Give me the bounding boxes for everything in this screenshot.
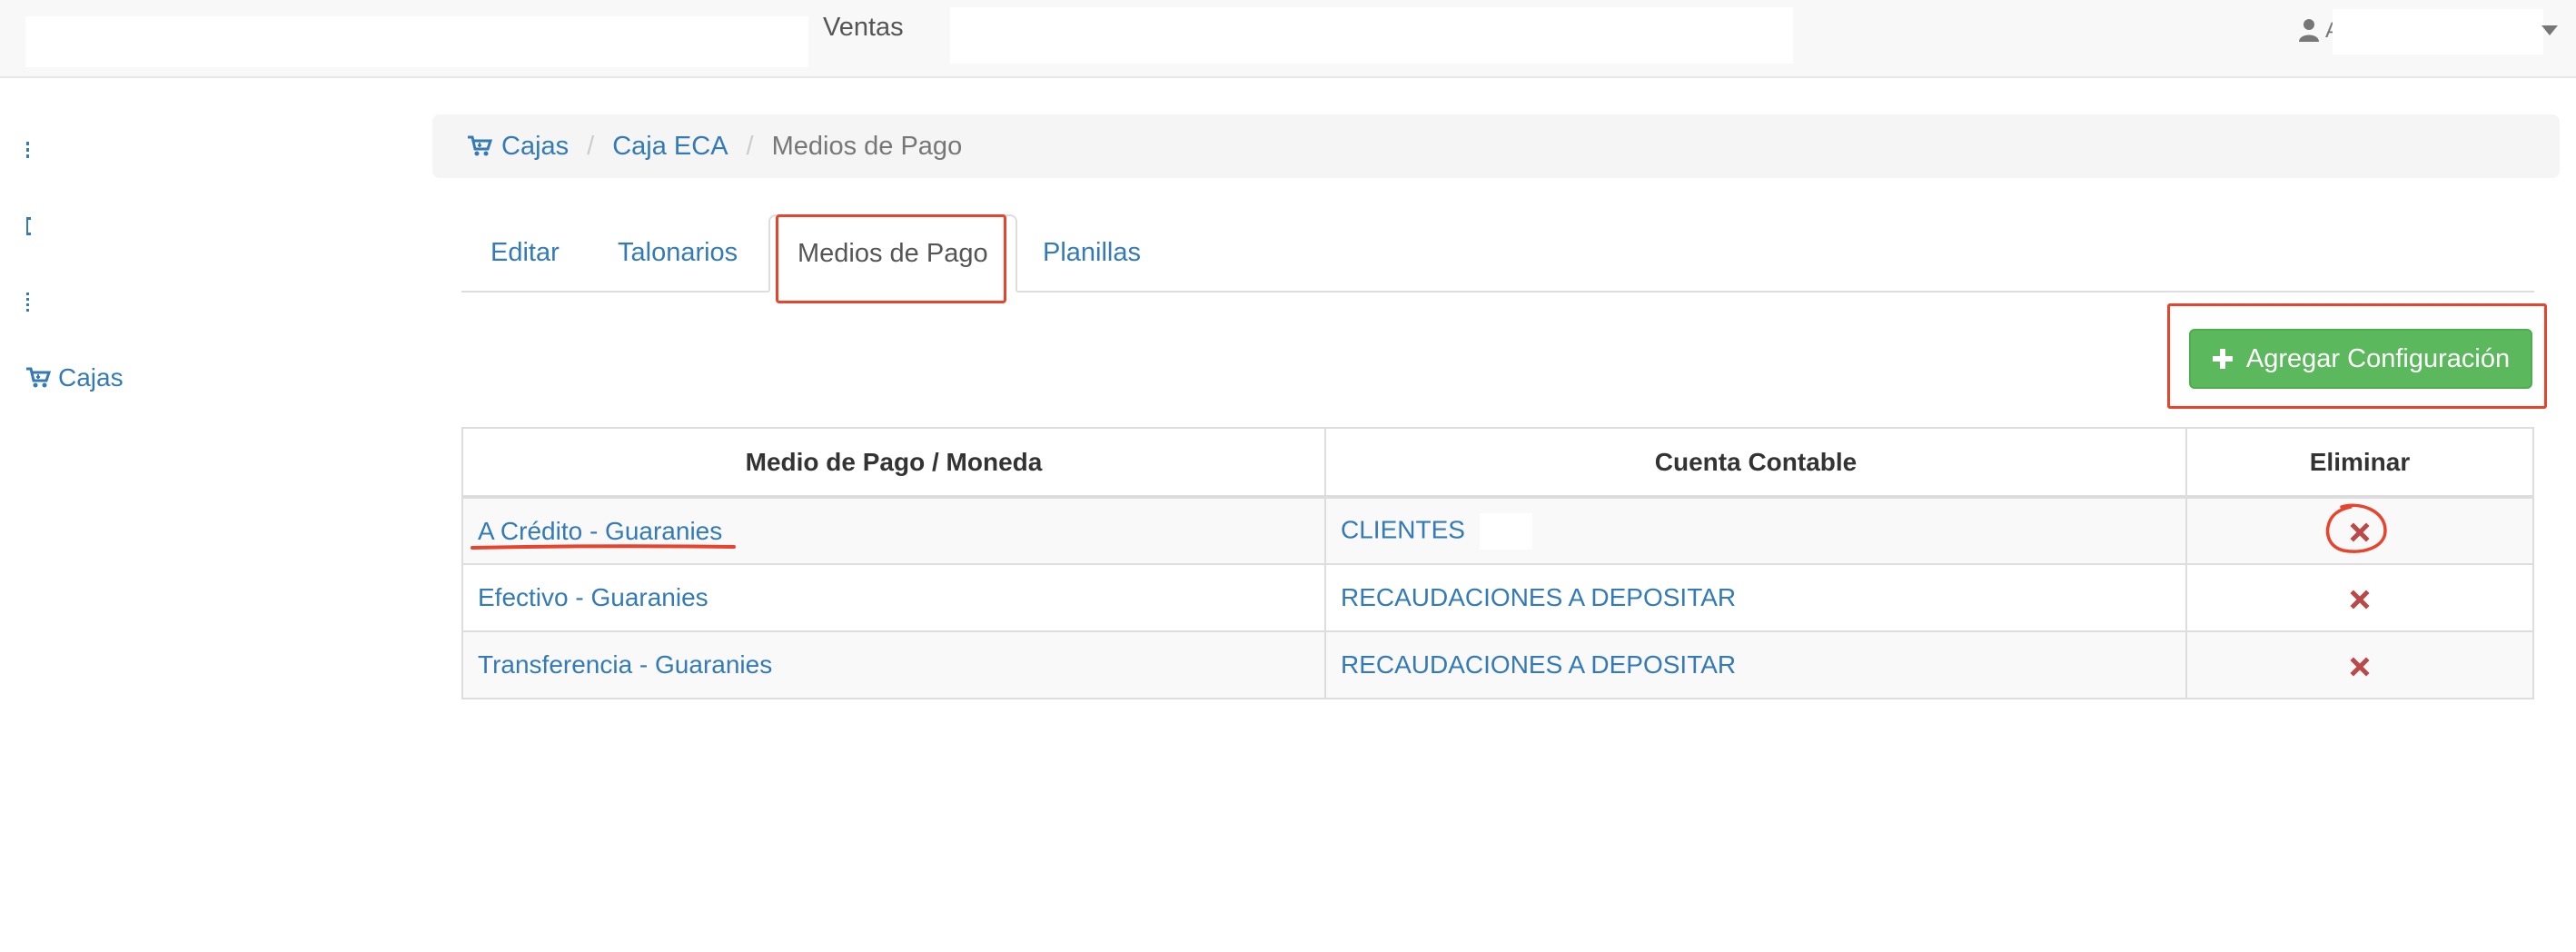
remove-icon[interactable]: [2350, 590, 2370, 610]
column-header-eliminar: Eliminar: [2185, 427, 2534, 499]
add-configuration-button[interactable]: Agregar Configuración: [2189, 329, 2532, 389]
account-link[interactable]: RECAUDACIONES A DEPOSITAR: [1341, 650, 1736, 679]
table-cell: RECAUDACIONES A DEPOSITAR: [1324, 563, 2187, 632]
tab-talonarios[interactable]: Talonarios: [618, 214, 738, 291]
table-cell: Transferencia - Guaranies: [461, 630, 1326, 699]
top-navbar: Ventas A: [0, 0, 2576, 78]
table-cell: [2185, 563, 2534, 632]
table-cell: [2185, 630, 2534, 699]
redacted-user-name: [2333, 9, 2543, 55]
shopping-cart-icon: [468, 135, 492, 156]
breadcrumb-link-cajas[interactable]: Cajas: [467, 132, 569, 162]
user-icon[interactable]: [2298, 18, 2320, 42]
caret-down-icon[interactable]: [2541, 25, 2558, 36]
table-cell: [2185, 496, 2534, 565]
sidebar-icon-partial: [26, 293, 29, 312]
shopping-cart-icon: [26, 367, 51, 388]
nav-item-ventas[interactable]: Ventas: [823, 13, 904, 43]
account-link[interactable]: CLIENTES: [1341, 515, 1465, 543]
tab-bar: Editar Talonarios Medios de Pago Planill…: [461, 214, 2534, 293]
redacted-brand-area: [25, 16, 808, 67]
breadcrumb-current: Medios de Pago: [771, 131, 963, 161]
plus-icon: [2212, 349, 2233, 369]
table-header-row: Medio de Pago / Moneda Cuenta Contable E…: [461, 427, 2534, 499]
redacted-nav-area: [950, 7, 1793, 64]
table-cell: RECAUDACIONES A DEPOSITAR: [1324, 630, 2187, 699]
column-header-medio: Medio de Pago / Moneda: [461, 427, 1326, 499]
tab-medios-de-pago[interactable]: Medios de Pago: [768, 214, 1017, 293]
breadcrumb: Cajas / Caja ECA / Medios de Pago: [432, 114, 2560, 178]
breadcrumb-separator: /: [746, 131, 754, 161]
table-row: Transferencia - Guaranies RECAUDACIONES …: [461, 630, 2534, 699]
breadcrumb-link-caja-eca[interactable]: Caja ECA: [612, 132, 728, 162]
table-cell: Efectivo - Guaranies: [461, 563, 1326, 632]
account-link[interactable]: RECAUDACIONES A DEPOSITAR: [1341, 583, 1736, 611]
breadcrumb-label: Cajas: [501, 131, 570, 161]
sidebar-icon-partial: [26, 142, 29, 158]
column-header-cuenta: Cuenta Contable: [1324, 427, 2187, 499]
tab-planillas[interactable]: Planillas: [1043, 214, 1141, 291]
sidebar-item-label: Cajas: [58, 363, 124, 392]
add-configuration-label: Agregar Configuración: [2245, 343, 2511, 373]
table-cell: A Crédito - Guaranies: [461, 496, 1326, 565]
payment-methods-table: Medio de Pago / Moneda Cuenta Contable E…: [461, 427, 2534, 699]
table-row: Efectivo - Guaranies RECAUDACIONES A DEP…: [461, 563, 2534, 632]
sidebar-icon-partial: [26, 217, 31, 235]
payment-method-link[interactable]: A Crédito - Guaranies: [478, 517, 722, 545]
payment-method-link[interactable]: Transferencia - Guaranies: [478, 650, 772, 679]
table-row: A Crédito - Guaranies CLIENTES: [461, 496, 2534, 565]
table-cell: CLIENTES: [1324, 496, 2187, 565]
remove-icon[interactable]: [2350, 522, 2370, 542]
breadcrumb-separator: /: [587, 131, 595, 161]
sidebar-item-cajas[interactable]: Cajas: [25, 363, 124, 392]
remove-icon[interactable]: [2350, 657, 2370, 677]
tab-editar[interactable]: Editar: [490, 214, 560, 291]
payment-method-link[interactable]: Efectivo - Guaranies: [478, 583, 708, 611]
redacted-text: [1479, 512, 1532, 550]
